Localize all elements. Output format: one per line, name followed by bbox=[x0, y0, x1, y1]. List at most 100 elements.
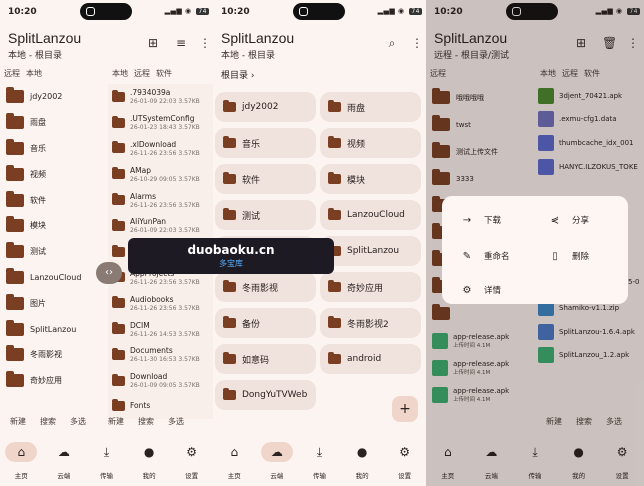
nav-settings[interactable]: ⚙ 设置 bbox=[385, 436, 425, 486]
list-item[interactable]: 奇妙应用 bbox=[0, 367, 108, 394]
folder-icon bbox=[6, 113, 24, 130]
action-bar: 新建 搜索 多选 新建 搜索 多选 bbox=[0, 408, 213, 434]
search-button[interactable]: 搜索 bbox=[40, 416, 56, 427]
item-name: Alarms bbox=[130, 191, 156, 201]
folder-name: 冬雨影视 bbox=[242, 283, 279, 294]
list-item[interactable]: 模块 bbox=[0, 212, 108, 239]
item-meta: 26-01-09 22:03 3.57KB bbox=[130, 98, 200, 106]
folder-card[interactable]: 备份 bbox=[215, 308, 316, 338]
breadcrumb[interactable]: 根目录 › bbox=[221, 68, 255, 81]
folder-card[interactable]: 模块 bbox=[320, 164, 421, 194]
list-item[interactable]: 图片 bbox=[0, 290, 108, 317]
new-button[interactable]: 新建 bbox=[108, 416, 124, 427]
menu-label: 重命名 bbox=[484, 252, 510, 262]
item-text: Documents 26-11-30 16:53 3.57KB bbox=[130, 346, 200, 363]
nav-cloud[interactable]: ☁ 云端 bbox=[257, 436, 297, 486]
folder-card[interactable]: 冬雨影视2 bbox=[320, 308, 421, 338]
list-item[interactable]: AMap 26-10-29 09:05 3.57KB bbox=[108, 161, 213, 188]
folder-card[interactable]: SplitLanzou bbox=[320, 236, 421, 266]
list-item[interactable]: 冬雨影视 bbox=[0, 341, 108, 368]
app-title: SplitLanzou bbox=[221, 30, 295, 46]
item-meta: 26-01-23 18:43 3.57KB bbox=[130, 124, 200, 132]
list-item[interactable]: 软件 bbox=[0, 187, 108, 213]
search-icon[interactable]: ⌕ bbox=[385, 36, 399, 50]
search-button[interactable]: 搜索 bbox=[138, 416, 154, 427]
item-meta: 26-01-09 22:03 3.57KB bbox=[130, 227, 200, 235]
folder-icon bbox=[223, 352, 236, 364]
folder-card[interactable]: DongYuTVWeb bbox=[215, 380, 316, 410]
folder-name: LanzouCloud bbox=[347, 210, 405, 220]
list-item[interactable]: .xlDownload 26-11-26 23:56 3.57KB bbox=[108, 135, 213, 162]
nav-cloud[interactable]: ☁ 云端 bbox=[44, 436, 84, 486]
item-name: SplitLanzou bbox=[30, 324, 77, 334]
add-folder-icon[interactable]: ⊞ bbox=[146, 36, 160, 50]
multiselect-button[interactable]: 多选 bbox=[70, 416, 86, 427]
folder-icon bbox=[6, 319, 24, 336]
list-item[interactable]: LanzouCloud bbox=[0, 264, 108, 291]
folder-card[interactable]: 视频 bbox=[320, 128, 421, 158]
sort-icon[interactable]: ≡ bbox=[174, 36, 188, 50]
nav-mine[interactable]: ● 我的 bbox=[342, 436, 382, 486]
tab-local[interactable]: 本地 bbox=[26, 69, 42, 78]
nav-mine[interactable]: ● 我的 bbox=[129, 436, 169, 486]
list-item[interactable]: Alarms 26-11-26 23:56 3.57KB bbox=[108, 187, 213, 213]
folder-card[interactable]: 雨盘 bbox=[320, 92, 421, 122]
folder-card[interactable]: 音乐 bbox=[215, 128, 316, 158]
item-meta: 26-11-26 23:56 3.57KB bbox=[130, 201, 200, 209]
folder-card[interactable]: 软件 bbox=[215, 164, 316, 194]
item-name: jdy2002 bbox=[30, 92, 63, 102]
tab-software[interactable]: 软件 bbox=[156, 69, 172, 78]
list-item[interactable]: Audiobooks 26-11-26 23:56 3.57KB bbox=[108, 290, 213, 317]
tab-local[interactable]: 本地 bbox=[112, 69, 128, 78]
list-item[interactable]: 测试 bbox=[0, 238, 108, 265]
list-item[interactable]: Documents 26-11-30 16:53 3.57KB bbox=[108, 341, 213, 368]
list-item[interactable]: DCIM 26-11-26 14:53 3.57KB bbox=[108, 316, 213, 342]
item-name: 奇妙应用 bbox=[30, 376, 62, 386]
folder-name: 雨盘 bbox=[347, 103, 366, 114]
folder-card[interactable]: jdy2002 bbox=[215, 92, 316, 122]
folder-card[interactable]: 测试 bbox=[215, 200, 316, 230]
nav-home[interactable]: ⌂ 主页 bbox=[214, 436, 254, 486]
folder-card[interactable]: 冬雨影视 bbox=[215, 272, 316, 302]
menu-rename[interactable]: ✎ 重命名 bbox=[460, 250, 510, 263]
item-text: .xlDownload 26-11-26 23:56 3.57KB bbox=[130, 140, 200, 157]
more-icon[interactable]: ⋮ bbox=[198, 36, 212, 50]
list-item[interactable]: jdy2002 bbox=[0, 84, 108, 110]
menu-share[interactable]: ⋞ 分享 bbox=[548, 214, 589, 227]
nav-transfer[interactable]: ⤓ 传输 bbox=[299, 436, 339, 486]
more-icon[interactable]: ⋮ bbox=[410, 36, 424, 50]
breadcrumb-root[interactable]: 根目录 bbox=[221, 71, 248, 81]
folder-card[interactable]: android bbox=[320, 344, 421, 374]
list-item[interactable]: .7934039a 26-01-09 22:03 3.57KB bbox=[108, 84, 213, 110]
cloud-icon: ☁ bbox=[260, 442, 293, 462]
item-name: 测试 bbox=[30, 247, 46, 257]
nav-settings[interactable]: ⚙ 设置 bbox=[172, 436, 212, 486]
tab-remote[interactable]: 远程 bbox=[4, 69, 20, 78]
menu-download[interactable]: → 下载 bbox=[460, 214, 501, 227]
list-item[interactable]: Download 26-01-09 09:05 3.57KB bbox=[108, 367, 213, 394]
split-drag-handle[interactable]: ‹› bbox=[96, 262, 122, 284]
folder-card[interactable]: LanzouCloud bbox=[320, 200, 421, 230]
item-name: AliYunPan bbox=[130, 217, 167, 227]
list-item[interactable]: .UTSystemConfig 26-01-23 18:43 3.57KB bbox=[108, 109, 213, 136]
menu-details[interactable]: ⚙ 详情 bbox=[460, 284, 502, 297]
new-button[interactable]: 新建 bbox=[10, 416, 26, 427]
menu-delete[interactable]: ▯ 删除 bbox=[548, 250, 589, 263]
multiselect-button[interactable]: 多选 bbox=[168, 416, 184, 427]
nav-transfer[interactable]: ⤓ 传输 bbox=[86, 436, 126, 486]
list-item[interactable]: 雨盘 bbox=[0, 109, 108, 136]
folder-icon bbox=[112, 296, 125, 309]
status-bar: 10:20 ▂▄▆ ◉ 74 bbox=[213, 0, 426, 26]
list-item[interactable]: AliYunPan 26-01-09 22:03 3.57KB bbox=[108, 212, 213, 239]
nav-home[interactable]: ⌂ 主页 bbox=[1, 436, 41, 486]
list-item[interactable]: 音乐 bbox=[0, 135, 108, 162]
left-pane-tabs: 远程 本地 bbox=[4, 68, 48, 79]
gear-icon: ⚙ bbox=[186, 445, 198, 459]
list-item[interactable]: 视频 bbox=[0, 161, 108, 188]
list-item[interactable]: SplitLanzou bbox=[0, 316, 108, 342]
folder-card[interactable]: 奇妙应用 bbox=[320, 272, 421, 302]
add-fab-button[interactable]: + bbox=[392, 396, 418, 422]
tab-remote[interactable]: 远程 bbox=[134, 69, 150, 78]
folder-icon bbox=[328, 100, 341, 112]
folder-card[interactable]: 如意码 bbox=[215, 344, 316, 374]
